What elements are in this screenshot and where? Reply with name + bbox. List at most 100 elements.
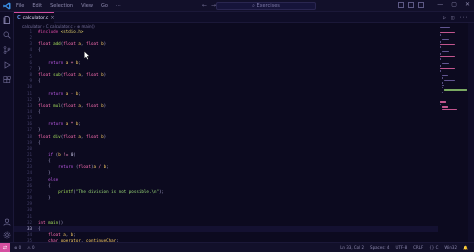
code-token: )	[73, 152, 76, 157]
code-token: return	[38, 164, 76, 170]
menu-file[interactable]: File	[16, 3, 24, 9]
search-text: Exercises	[256, 3, 280, 9]
toggle-sidebar-icon[interactable]	[398, 2, 404, 8]
menu-selection[interactable]: Selection	[50, 3, 73, 9]
vscode-logo-icon	[3, 2, 11, 10]
status-left: ⊗ 0 ⚠ 0	[14, 245, 35, 250]
code-token: return	[38, 59, 66, 65]
minimap-line	[444, 79, 455, 82]
minimap-line	[440, 43, 455, 46]
split-editor-icon[interactable]: ◫	[451, 15, 454, 21]
code-token: )	[103, 72, 107, 78]
code-editor[interactable]: 1 #include <stdio.h> 2 3 float add(float a, …	[14, 29, 438, 242]
menu-bar: File Edit Selection View Go ···	[16, 3, 121, 9]
activity-bar	[0, 12, 14, 242]
errors-indicator[interactable]: ⊗ 0	[14, 245, 21, 250]
code-token: )	[103, 133, 107, 139]
window-controls: — ▢ ✕	[437, 1, 470, 8]
code-token: ;	[78, 59, 81, 65]
code-token: else	[38, 176, 59, 182]
editor-scrollbar[interactable]	[468, 23, 474, 242]
minimap-line	[440, 65, 441, 67]
minimap-line	[442, 87, 443, 89]
minimap-line	[442, 108, 458, 110]
code-token: ()	[58, 219, 64, 225]
command-center-search[interactable]: ⌕ Exercises	[216, 2, 316, 10]
code-token: )	[103, 41, 107, 47]
code-token: div	[53, 133, 61, 139]
code-token: return	[38, 121, 66, 127]
code-token: ;	[106, 164, 109, 170]
code-token: if	[38, 152, 56, 157]
minimap[interactable]	[438, 23, 468, 242]
notifications-bell-icon[interactable]: 🔔	[463, 245, 468, 250]
more-actions-icon[interactable]: ···	[459, 15, 468, 21]
encoding[interactable]: UTF-8	[395, 245, 407, 250]
code-token: ;	[78, 121, 81, 127]
minimap-line	[440, 55, 455, 58]
minimap-line	[440, 34, 441, 36]
code-token: float	[63, 41, 79, 47]
close-tab-icon[interactable]: ×	[50, 15, 54, 21]
minimap-line	[442, 75, 449, 77]
minimap-line	[442, 63, 450, 65]
code-token: }	[38, 96, 41, 102]
minimap-line	[440, 53, 441, 55]
minimap-line	[442, 77, 443, 79]
cursor-position[interactable]: Ln 33, Col 2	[340, 245, 364, 250]
remote-indicator-icon[interactable]: ⇄	[0, 243, 10, 252]
explorer-icon[interactable]	[3, 16, 11, 24]
menu-go[interactable]: Go	[101, 3, 108, 9]
code-token: float	[85, 133, 102, 139]
platform[interactable]: Win32	[444, 245, 457, 250]
indentation[interactable]: Spaces: 4	[370, 245, 389, 250]
minimap-line	[442, 82, 443, 84]
c-language-icon: C	[17, 15, 21, 21]
search-icon[interactable]	[3, 31, 11, 39]
code-token: #include	[38, 29, 61, 34]
maximize-button[interactable]: ▢	[451, 1, 457, 8]
minimap-line	[442, 84, 445, 86]
toggle-secondary-sidebar-icon[interactable]	[418, 2, 424, 8]
line-ending[interactable]: CRLF	[413, 245, 423, 250]
close-window-button[interactable]: ✕	[465, 1, 470, 8]
code-token: {	[38, 225, 41, 231]
code-token: mul	[53, 102, 61, 108]
code-token: )	[103, 102, 107, 108]
minimap-line	[440, 41, 441, 43]
code-token: float	[85, 72, 102, 78]
minimize-button[interactable]: —	[437, 1, 443, 8]
run-file-icon[interactable]: ▷	[443, 15, 446, 21]
run-debug-icon[interactable]	[3, 61, 11, 69]
status-bar: ⇄ ⊗ 0 ⚠ 0 Ln 33, Col 2 Spaces: 4 UTF-8 C…	[0, 242, 474, 252]
code-token: );	[159, 188, 165, 194]
minimap-line	[440, 31, 455, 34]
code-token: float	[38, 133, 54, 139]
tab-label: calculator.c	[22, 15, 49, 21]
code-token: sub	[53, 72, 61, 78]
title-bar: File Edit Selection View Go ··· ←→ ⌕ Exe…	[0, 0, 474, 12]
code-token: <stdio.h>	[60, 29, 84, 34]
language-mode[interactable]: {} C	[429, 245, 438, 250]
code-token: printf	[38, 188, 74, 194]
minimap-line	[442, 91, 443, 94]
source-control-icon[interactable]	[3, 46, 11, 54]
minimap-line	[440, 101, 446, 103]
menu-more[interactable]: ···	[116, 3, 121, 9]
editor-tab-bar: C calculator.c × ▷ ◫ ···	[14, 12, 474, 23]
code-token: {	[38, 108, 41, 114]
menu-view[interactable]: View	[81, 3, 93, 9]
extensions-icon[interactable]	[3, 76, 11, 84]
manage-gear-icon[interactable]	[3, 231, 11, 239]
menu-edit[interactable]: Edit	[32, 3, 42, 9]
code-token: float	[38, 41, 54, 47]
account-icon[interactable]	[3, 218, 11, 226]
code-token: float	[85, 102, 102, 108]
code-token: float	[63, 102, 79, 108]
code-token: "The division is not possible.\n"	[75, 188, 160, 194]
warnings-indicator[interactable]: ⚠ 0	[27, 245, 34, 250]
minimap-line	[440, 70, 441, 72]
toggle-panel-icon[interactable]	[408, 2, 414, 8]
code-token: {	[38, 139, 41, 145]
tab-calculator-c[interactable]: C calculator.c ×	[14, 12, 55, 23]
